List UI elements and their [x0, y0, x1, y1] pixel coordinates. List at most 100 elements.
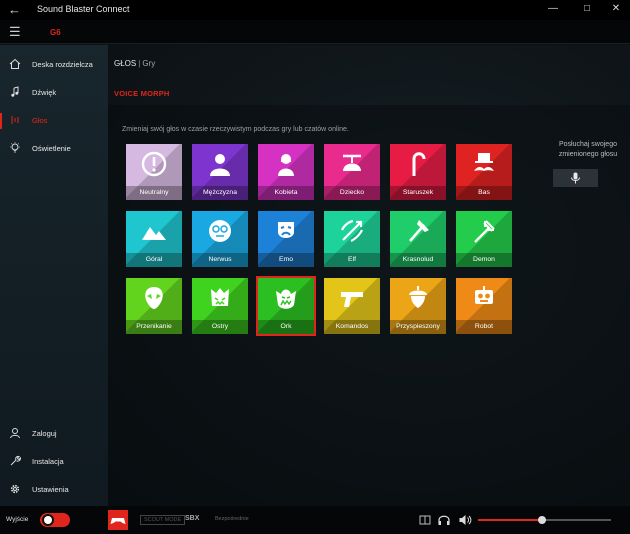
mountains-icon	[142, 227, 166, 240]
preview-label: Posłuchaj swojego zmienionego głosu	[558, 141, 618, 158]
sidebar: Deska rozdzielcza Dźwięk Głos Oświetleni…	[0, 45, 108, 506]
gamepad-button[interactable]	[108, 510, 128, 530]
sidebar-item-voice[interactable]: Głos	[0, 111, 108, 133]
toggle-knob	[42, 514, 54, 526]
preset-tile-kobieta[interactable]: Kobieta	[258, 144, 314, 200]
preset-tile-góral[interactable]: Góral	[126, 211, 182, 267]
mustache-icon	[474, 153, 494, 171]
breadcrumb: GŁOS | Gry	[114, 59, 155, 68]
man-icon	[210, 154, 230, 176]
cane-icon	[412, 152, 426, 176]
sidebar-item-settings[interactable]: Ustawienia	[0, 480, 108, 502]
close-icon[interactable]: ✕	[609, 3, 623, 14]
description: Zmieniaj swój głos w czasie rzeczywistym…	[122, 126, 349, 133]
pistol-icon	[341, 292, 363, 307]
preset-tile-demon[interactable]: Demon	[456, 211, 512, 267]
hamburger-menu-icon[interactable]: ☰	[9, 24, 21, 40]
preset-label: Dziecko	[324, 186, 380, 200]
app-header: ☰ G6	[0, 20, 630, 44]
sidebar-item-lighting[interactable]: Oświetlenie	[0, 139, 108, 161]
minimize-icon[interactable]: —	[546, 3, 560, 14]
wrench-icon	[10, 455, 21, 466]
breadcrumb-separator: |	[138, 59, 141, 68]
volume-icon[interactable]	[458, 513, 472, 527]
sidebar-item-dashboard[interactable]: Deska rozdzielcza	[0, 55, 108, 77]
propeller-hat-icon	[343, 154, 361, 171]
preset-label: Kobieta	[258, 186, 314, 200]
trident-icon	[474, 220, 495, 243]
exit-toggle[interactable]	[40, 513, 70, 527]
volume-fill	[478, 519, 542, 521]
preset-label: Przyspieszony	[390, 320, 446, 334]
sidebar-item-label: Deska rozdzielcza	[32, 60, 93, 69]
lightbulb-icon	[10, 142, 20, 153]
sidebar-item-label: Ustawienia	[32, 485, 69, 494]
speaker-output-icon[interactable]	[418, 513, 432, 527]
preset-tile-dziecko[interactable]: Dziecko	[324, 144, 380, 200]
breadcrumb-current: GŁOS	[114, 59, 137, 68]
breadcrumb-sub[interactable]: Gry	[142, 59, 155, 68]
preset-tile-przyspieszony[interactable]: Przyspieszony	[390, 278, 446, 334]
title-bar: ← Sound Blaster Connect — □ ✕	[0, 0, 630, 20]
sbx-button[interactable]: SBX	[185, 515, 199, 522]
preset-tile-emo[interactable]: Emo	[258, 211, 314, 267]
preset-tile-przenikanie[interactable]: Przenikanie	[126, 278, 182, 334]
preset-tile-ostry[interactable]: Ostry	[192, 278, 248, 334]
maximize-icon[interactable]: □	[580, 3, 594, 14]
bow-arrow-icon	[341, 219, 364, 242]
section-title: VOICE MORPH	[114, 89, 170, 98]
voice-icon	[11, 116, 19, 124]
gamepad-icon	[110, 518, 126, 524]
device-name[interactable]: G6	[50, 28, 61, 37]
robot-icon	[475, 286, 493, 304]
scout-mode-button[interactable]: SCOUT MODE	[140, 515, 186, 525]
preset-label: Góral	[126, 253, 182, 267]
preview-mic-button[interactable]	[553, 169, 598, 187]
preset-tile-elf[interactable]: Elf	[324, 211, 380, 267]
microphone-icon	[571, 172, 580, 184]
sbx-direct-label: Bezpośrednie	[215, 516, 249, 522]
gear-icon	[10, 484, 20, 494]
monster-icon	[211, 288, 229, 306]
sidebar-item-label: Głos	[32, 116, 48, 125]
preset-label: Nerwus	[192, 253, 248, 267]
sidebar-item-label: Zaloguj	[32, 429, 57, 438]
preset-label: Robot	[456, 320, 512, 334]
sidebar-item-login[interactable]: Zaloguj	[0, 424, 108, 446]
back-arrow-icon[interactable]: ←	[8, 2, 21, 17]
preset-label: Neutralny	[126, 186, 182, 200]
sidebar-item-label: Dźwięk	[32, 88, 57, 97]
sidebar-item-sound[interactable]: Dźwięk	[0, 83, 108, 105]
music-note-icon	[11, 86, 19, 97]
preset-tile-bas[interactable]: Bas	[456, 144, 512, 200]
nerd-face-icon	[209, 220, 231, 242]
user-icon	[10, 428, 20, 439]
bottom-bar: Wyjście SCOUT MODE SBX Bezpośrednie	[0, 506, 630, 534]
preset-label: Staruszek	[390, 186, 446, 200]
sidebar-item-install[interactable]: Instalacja	[0, 452, 108, 474]
preset-tile-neutralny[interactable]: Neutralny	[126, 144, 182, 200]
preset-tile-komandos[interactable]: Komandos	[324, 278, 380, 334]
preset-tile-mężczyzna[interactable]: Mężczyzna	[192, 144, 248, 200]
preset-tile-robot[interactable]: Robot	[456, 278, 512, 334]
preset-label: Ork	[258, 320, 314, 334]
preset-tile-staruszek[interactable]: Staruszek	[390, 144, 446, 200]
preset-tile-ork[interactable]: Ork	[256, 276, 316, 336]
preset-label: Ostry	[192, 320, 248, 334]
orc-icon	[276, 289, 296, 309]
preset-label: Demon	[456, 253, 512, 267]
volume-knob[interactable]	[537, 516, 546, 524]
home-icon	[9, 58, 21, 69]
preset-label: Emo	[258, 253, 314, 267]
axe-icon	[409, 220, 429, 242]
volume-slider[interactable]	[478, 516, 611, 524]
drama-mask-icon	[278, 222, 294, 238]
sidebar-item-label: Instalacja	[32, 457, 64, 466]
woman-icon	[278, 154, 294, 176]
preset-tile-nerwus[interactable]: Nerwus	[192, 211, 248, 267]
preset-label: Krasnolud	[390, 253, 446, 267]
preset-tile-krasnolud[interactable]: Krasnolud	[390, 211, 446, 267]
preset-label: Przenikanie	[126, 320, 182, 334]
headphones-icon[interactable]	[437, 513, 451, 527]
preset-label: Mężczyzna	[192, 186, 248, 200]
